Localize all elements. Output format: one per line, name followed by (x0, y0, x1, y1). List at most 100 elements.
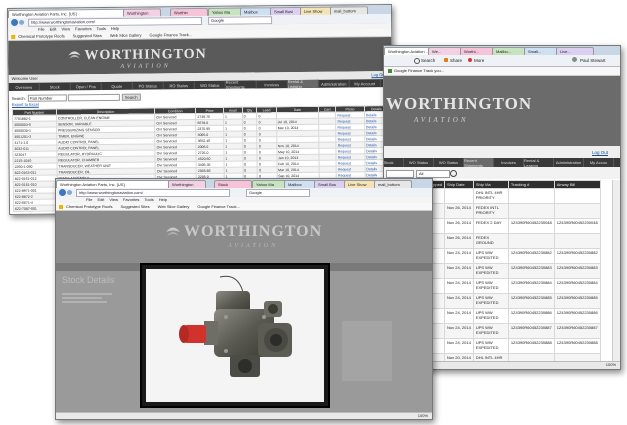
menu-item-view[interactable]: View (109, 197, 118, 202)
column-header: Tracking # (507, 180, 555, 189)
table-cell (553, 233, 601, 249)
scrollbar[interactable] (612, 180, 620, 361)
share-icon (444, 58, 448, 62)
filter-input[interactable] (386, 170, 414, 178)
export-link[interactable]: Export to Excel (12, 102, 39, 107)
search-icon[interactable] (414, 58, 420, 64)
nav-item-3[interactable]: Recent Shipments (464, 158, 494, 168)
column-header: Airway Bill (553, 180, 601, 189)
favorite-icon (388, 69, 392, 73)
site-header: WORTHINGTON AVIATION (8, 36, 392, 76)
favorite-link-3[interactable]: Google Finance Track... (150, 32, 193, 37)
search-icon[interactable] (450, 170, 457, 177)
nav-item-11[interactable]: My Account (349, 79, 381, 88)
nav-item-2[interactable]: Open / Pos (70, 82, 102, 91)
back-icon[interactable] (59, 189, 66, 196)
search-button[interactable]: Search (121, 93, 141, 101)
back-icon[interactable] (11, 18, 19, 26)
nav-item-3[interactable]: Quote (101, 81, 133, 91)
table-cell: 1Z4390R60452230883 (507, 263, 555, 279)
search-label[interactable]: Search (421, 58, 435, 63)
nav-item-0[interactable]: Stock (384, 158, 404, 167)
table-cell: 622-8811-100 (13, 211, 58, 212)
google-search-input[interactable]: Google (246, 189, 310, 197)
nav-item-6[interactable]: WO Status (194, 80, 226, 90)
nav-item-10[interactable]: Administration (318, 79, 350, 88)
url-input[interactable]: http://www.worthingtonaviation.com/ (76, 189, 230, 197)
table-cell: Nov 24, 2014 (444, 323, 474, 339)
menu-item-view[interactable]: View (61, 26, 70, 31)
nav-item-5[interactable]: RO Status (163, 81, 195, 90)
menu-item-favorites[interactable]: Favorites (123, 197, 139, 202)
logout-strip: Log Out (384, 146, 620, 158)
menu-item-file[interactable]: File (86, 197, 92, 202)
user-name[interactable]: Paul Stewart (580, 58, 606, 63)
nav-item-4[interactable]: PO Status (132, 81, 164, 90)
menu-item-tools[interactable]: Tools (144, 197, 153, 202)
table-cell: Nov 24, 2014 (444, 338, 474, 354)
tab-2[interactable]: Stock (214, 180, 252, 188)
share-button[interactable]: Share (450, 58, 462, 63)
menu-item-help[interactable]: Help (159, 197, 167, 202)
filter-select[interactable]: All (416, 170, 450, 178)
filter-select[interactable]: Part Number (27, 94, 67, 102)
nav-item-8[interactable]: Invoices (256, 80, 288, 89)
menu-item-help[interactable]: Help (111, 26, 119, 31)
menu-item-tools[interactable]: Tools (97, 26, 106, 31)
brand-subtitle: AVIATION (228, 243, 279, 249)
detail-line (62, 297, 102, 299)
favorite-link-0[interactable]: Chemical Prototype Roofs (66, 204, 112, 209)
favorite-link-2[interactable]: Web Slice Gallery (110, 33, 142, 38)
forward-icon[interactable] (67, 190, 72, 195)
tab-0[interactable]: Worthington Aviation Parts, Inc. [US] (56, 180, 174, 188)
menu-item-edit[interactable]: Edit (50, 27, 57, 32)
forward-icon[interactable] (19, 19, 25, 25)
nav-item-6[interactable]: Administration (554, 158, 584, 167)
favorite-link-1[interactable]: Suggested Sites (120, 204, 149, 209)
favorites-star-icon[interactable] (11, 34, 16, 39)
table-cell (507, 203, 555, 219)
logout-link[interactable]: Log Out (592, 150, 608, 155)
filter-input[interactable] (67, 93, 120, 102)
nav-item-1[interactable]: Stock (39, 82, 71, 91)
menu-item-favorites[interactable]: Favorites (75, 26, 92, 31)
table-cell: FEDEX GROUND (472, 233, 509, 249)
tab-0[interactable]: Worthington Aviation ... (384, 47, 434, 55)
favorite-link[interactable]: Google Finance Track you... (394, 67, 444, 75)
table-cell: UPS WW EXPEDITED (472, 308, 509, 324)
menu-item-edit[interactable]: Edit (97, 197, 104, 202)
nav-item-7[interactable]: Recent Shipments (226, 80, 257, 90)
tab-5[interactable]: Live... (556, 47, 594, 55)
table-cell (553, 188, 601, 204)
nav-item-2[interactable]: WO Status (434, 158, 464, 167)
zoom-level[interactable]: 100% (418, 413, 428, 418)
favorite-link-2[interactable]: Web Slice Gallery (158, 204, 190, 209)
table-cell: FEDEX 2 DAY (472, 218, 509, 234)
tab-1[interactable]: Worthington (168, 180, 206, 188)
table-cell (507, 353, 555, 361)
favorite-link-3[interactable]: Google Finance Track... (197, 204, 239, 209)
table-cell: 1Z4390R60452230887 (507, 323, 555, 339)
table-cell: DHL INTL 4HR PRIORITY (472, 188, 509, 204)
nav-item-9[interactable]: Rental & Leasing (288, 79, 319, 89)
column-header: Ship Date (444, 180, 474, 189)
nav-item-1[interactable]: WO Status (404, 158, 434, 167)
table-cell: 1Z4390R60452230888 (553, 338, 601, 354)
zoom-level[interactable]: 100% (606, 362, 616, 367)
part-photo (146, 269, 324, 402)
browser-window-stock-details: Worthington Aviation Parts, Inc. [US] Wor… (55, 178, 433, 420)
nav-item-7[interactable]: My Accou (584, 158, 614, 167)
table-cell (553, 353, 601, 361)
tab-7[interactable]: mail_bottom (374, 180, 412, 188)
favorite-link-0[interactable]: Chemical Prototype Roofs (18, 33, 65, 38)
nav-item-4[interactable]: Invoices (494, 158, 524, 167)
favorite-link-1[interactable]: Suggested Sites (73, 33, 102, 38)
more-button[interactable]: More (474, 58, 484, 63)
menu-item-file[interactable]: File (38, 27, 45, 32)
favorites-star-icon[interactable] (59, 204, 63, 209)
nav-item-0[interactable]: Overview (8, 82, 40, 92)
table-cell: 1Z4390R60452230883 (553, 263, 601, 279)
table-cell: 1Z4390R60452230884 (507, 278, 555, 294)
photo-lightbox[interactable] (140, 263, 330, 408)
nav-item-5[interactable]: Rental & Leasing (524, 158, 554, 168)
